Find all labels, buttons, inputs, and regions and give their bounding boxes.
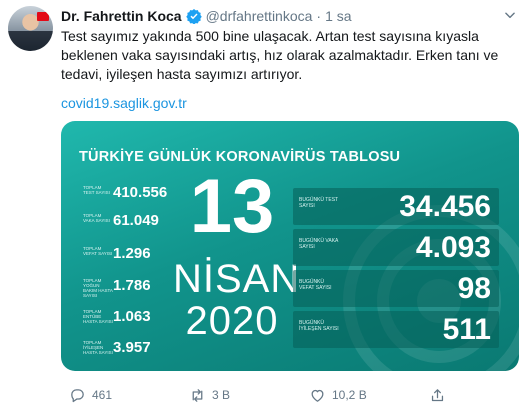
author-name[interactable]: Dr. Fahrettin Koca: [61, 8, 182, 24]
tweet-text: Test sayımız yakında 500 bine ulaşacak. …: [61, 28, 499, 82]
stat-label: TOPLAM ENTÜBE HASTA SAYISI: [83, 309, 113, 324]
stat-label: TOPLAM VEFAT SAYISI: [83, 246, 113, 256]
retweet-button[interactable]: 3 B: [189, 384, 230, 406]
stat-label: TOPLAM İYİLEŞEN HASTA SAYISI: [83, 340, 113, 355]
reply-count: 461: [92, 388, 113, 402]
stat-value: 34.456: [399, 190, 491, 223]
header-separator: ·: [316, 8, 322, 24]
tweet-image-card[interactable]: TÜRKİYE GÜNLÜK KORONAVİRÜS TABLOSU TOPLA…: [61, 121, 519, 371]
date-year: 2020: [185, 299, 279, 343]
tweet-timestamp[interactable]: 1 sa: [325, 8, 351, 24]
today-cases: BUGÜNKÜ VAKA SAYISI 4.093: [293, 229, 499, 266]
stat-label: TOPLAM VAKA SAYISI: [83, 213, 110, 223]
tweet-header: Dr. Fahrettin Koca @drfahrettinkoca · 1 …: [61, 6, 352, 26]
retweet-count: 3 B: [212, 388, 231, 402]
tweet-link[interactable]: covid19.saglik.gov.tr: [61, 95, 187, 111]
avatar[interactable]: [8, 6, 53, 51]
date-month: NİSAN: [173, 257, 301, 301]
stat-value: 1.786: [113, 277, 151, 294]
author-handle[interactable]: @drfahrettinkoca: [206, 8, 313, 24]
stat-label: TOPLAM TEST SAYISI: [83, 185, 110, 195]
stat-value: 1.296: [113, 245, 151, 262]
stat-value: 3.957: [113, 339, 151, 356]
today-recovered: BUGÜNKÜ İYİLEŞEN SAYISI 511: [293, 311, 499, 348]
like-button[interactable]: 10,2 B: [309, 384, 367, 406]
card-title: TÜRKİYE GÜNLÜK KORONAVİRÜS TABLOSU: [79, 149, 401, 165]
stat-label: TOPLAM YOĞUN BAKIM HASTA SAYISI: [83, 278, 113, 298]
date-day: 13: [189, 164, 275, 249]
tweet-actions: 461 3 B 10,2 B: [61, 384, 521, 406]
share-icon: [431, 388, 444, 401]
flag-pin-icon: [37, 12, 49, 21]
tweet[interactable]: Dr. Fahrettin Koca @drfahrettinkoca · 1 …: [0, 0, 531, 413]
chevron-down-icon[interactable]: [503, 8, 517, 22]
stat-label: BUGÜNKÜ İYİLEŞEN SAYISI: [299, 320, 339, 332]
verified-badge-icon: [185, 8, 202, 24]
today-test: BUGÜNKÜ TEST SAYISI 34.456: [293, 188, 499, 225]
like-count: 10,2 B: [332, 388, 367, 402]
stat-value: 61.049: [113, 212, 159, 229]
share-button[interactable]: [429, 384, 452, 406]
reply-button[interactable]: 461: [69, 384, 112, 406]
reply-icon: [71, 388, 84, 402]
stat-value: 410.556: [113, 184, 168, 201]
stat-label: BUGÜNKÜ VAKA SAYISI: [299, 238, 339, 250]
stat-value: 4.093: [415, 231, 491, 264]
like-icon: [311, 389, 324, 402]
stat-value: 511: [442, 313, 491, 346]
retweet-icon: [192, 388, 203, 402]
stat-value: 1.063: [113, 308, 151, 325]
stat-value: 98: [457, 272, 491, 305]
stat-label: BUGÜNKÜ VEFAT SAYISI: [299, 279, 332, 291]
stat-label: BUGÜNKÜ TEST SAYISI: [299, 197, 338, 209]
today-deaths: BUGÜNKÜ VEFAT SAYISI 98: [293, 270, 499, 307]
